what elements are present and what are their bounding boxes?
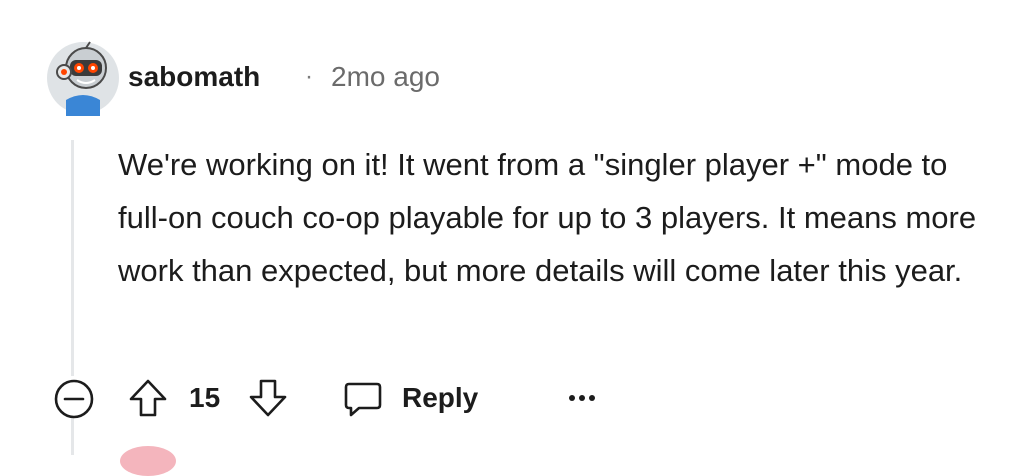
reply-button[interactable]: Reply (340, 372, 478, 424)
author-username[interactable]: sabomath (128, 60, 260, 94)
upvote-arrow-icon[interactable] (126, 376, 170, 420)
reply-label: Reply (402, 382, 479, 413)
collapse-icon[interactable] (52, 377, 96, 421)
meta-separator: · (305, 63, 313, 90)
thread-line-continued[interactable] (71, 418, 74, 455)
downvote-arrow-icon[interactable] (246, 376, 290, 420)
more-dot (569, 395, 575, 401)
user-avatar[interactable] (46, 38, 120, 116)
more-dot (579, 395, 585, 401)
comment-body: We're working on it! It went from a "sin… (118, 147, 977, 288)
avatar-icon (47, 41, 119, 116)
next-reply-avatar[interactable] (120, 446, 176, 476)
comment-timestamp[interactable]: 2mo ago (331, 60, 440, 94)
vote-score: 15 (189, 382, 221, 413)
more-options-icon[interactable] (562, 380, 602, 416)
more-dot (589, 395, 595, 401)
thread-line[interactable] (71, 140, 74, 376)
comment-bubble-icon (344, 382, 382, 417)
